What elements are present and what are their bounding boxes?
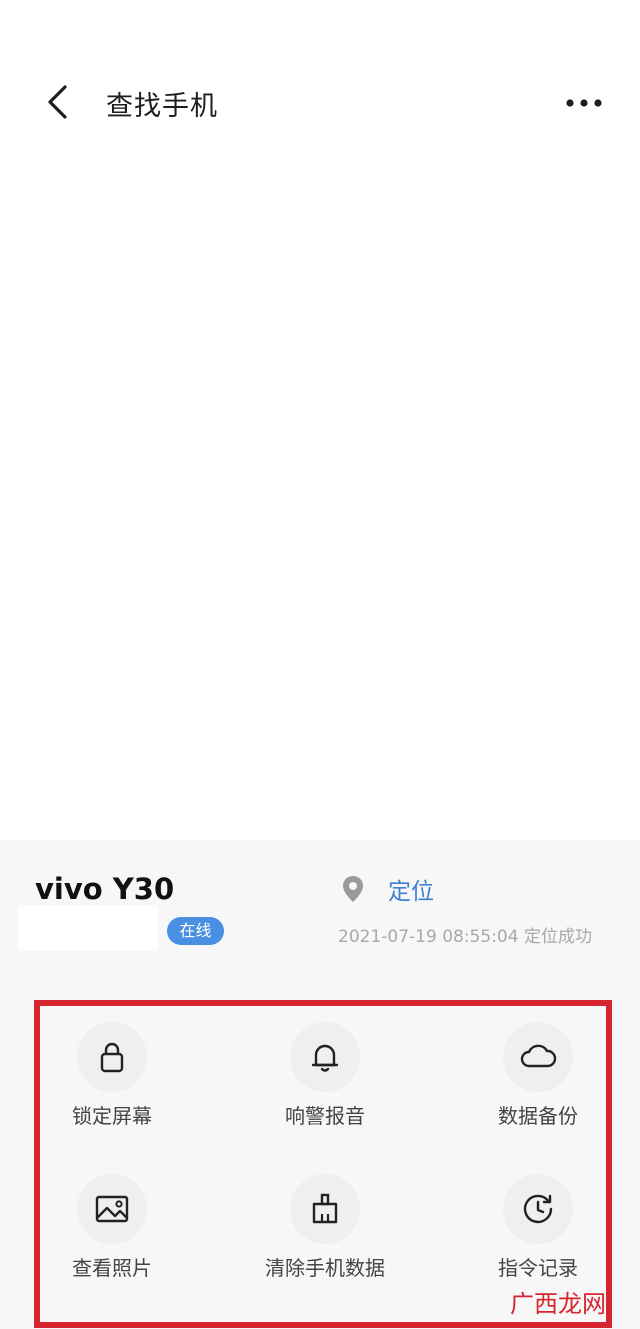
- app-header: 查找手机: [0, 0, 640, 200]
- location-pin-icon: [343, 876, 363, 902]
- bell-icon: [311, 1044, 339, 1072]
- image-icon-wrap: [77, 1174, 147, 1244]
- cloud-icon-wrap: [503, 1022, 573, 1092]
- image-icon: [95, 1195, 129, 1223]
- ring-alarm-label: 响警报音: [285, 1104, 365, 1128]
- chevron-left-icon: [48, 85, 67, 119]
- cloud-icon: [520, 1044, 557, 1068]
- watermark-logo: 广西龙网: [510, 1290, 606, 1318]
- history-icon-wrap: [503, 1174, 573, 1244]
- more-options-button[interactable]: [560, 86, 610, 120]
- data-backup-label: 数据备份: [498, 1104, 578, 1128]
- locate-button[interactable]: 定位: [340, 872, 434, 906]
- map-area[interactable]: [0, 200, 640, 840]
- data-backup-button[interactable]: 数据备份: [458, 1014, 618, 1154]
- lock-icon: [100, 1042, 124, 1073]
- lock-screen-label: 锁定屏幕: [72, 1104, 152, 1128]
- actions-grid: 锁定屏幕 响警报音 数据备份 查看照片 清除手机数据 指令记录: [34, 1000, 612, 1328]
- lock-screen-button[interactable]: 锁定屏幕: [32, 1014, 192, 1154]
- view-photos-label: 查看照片: [72, 1256, 152, 1280]
- view-photos-button[interactable]: 查看照片: [32, 1166, 192, 1306]
- lock-icon-wrap: [77, 1022, 147, 1092]
- wipe-phone-button[interactable]: 清除手机数据: [245, 1166, 405, 1306]
- status-badge: 在线: [167, 917, 224, 945]
- page-title: 查找手机: [106, 91, 218, 122]
- history-icon: [523, 1194, 553, 1224]
- device-name: vivo Y30: [35, 872, 175, 906]
- brush-icon: [312, 1193, 338, 1224]
- locate-label: 定位: [388, 879, 434, 905]
- ring-alarm-button[interactable]: 响警报音: [245, 1014, 405, 1154]
- command-history-label: 指令记录: [498, 1256, 578, 1280]
- brush-icon-wrap: [290, 1174, 360, 1244]
- bell-icon-wrap: [290, 1022, 360, 1092]
- back-button[interactable]: [38, 80, 78, 124]
- wipe-phone-label: 清除手机数据: [265, 1256, 385, 1280]
- more-icon: [566, 99, 602, 107]
- locate-status: 2021-07-19 08:55:04 定位成功: [338, 927, 592, 947]
- redacted-block: [18, 905, 158, 951]
